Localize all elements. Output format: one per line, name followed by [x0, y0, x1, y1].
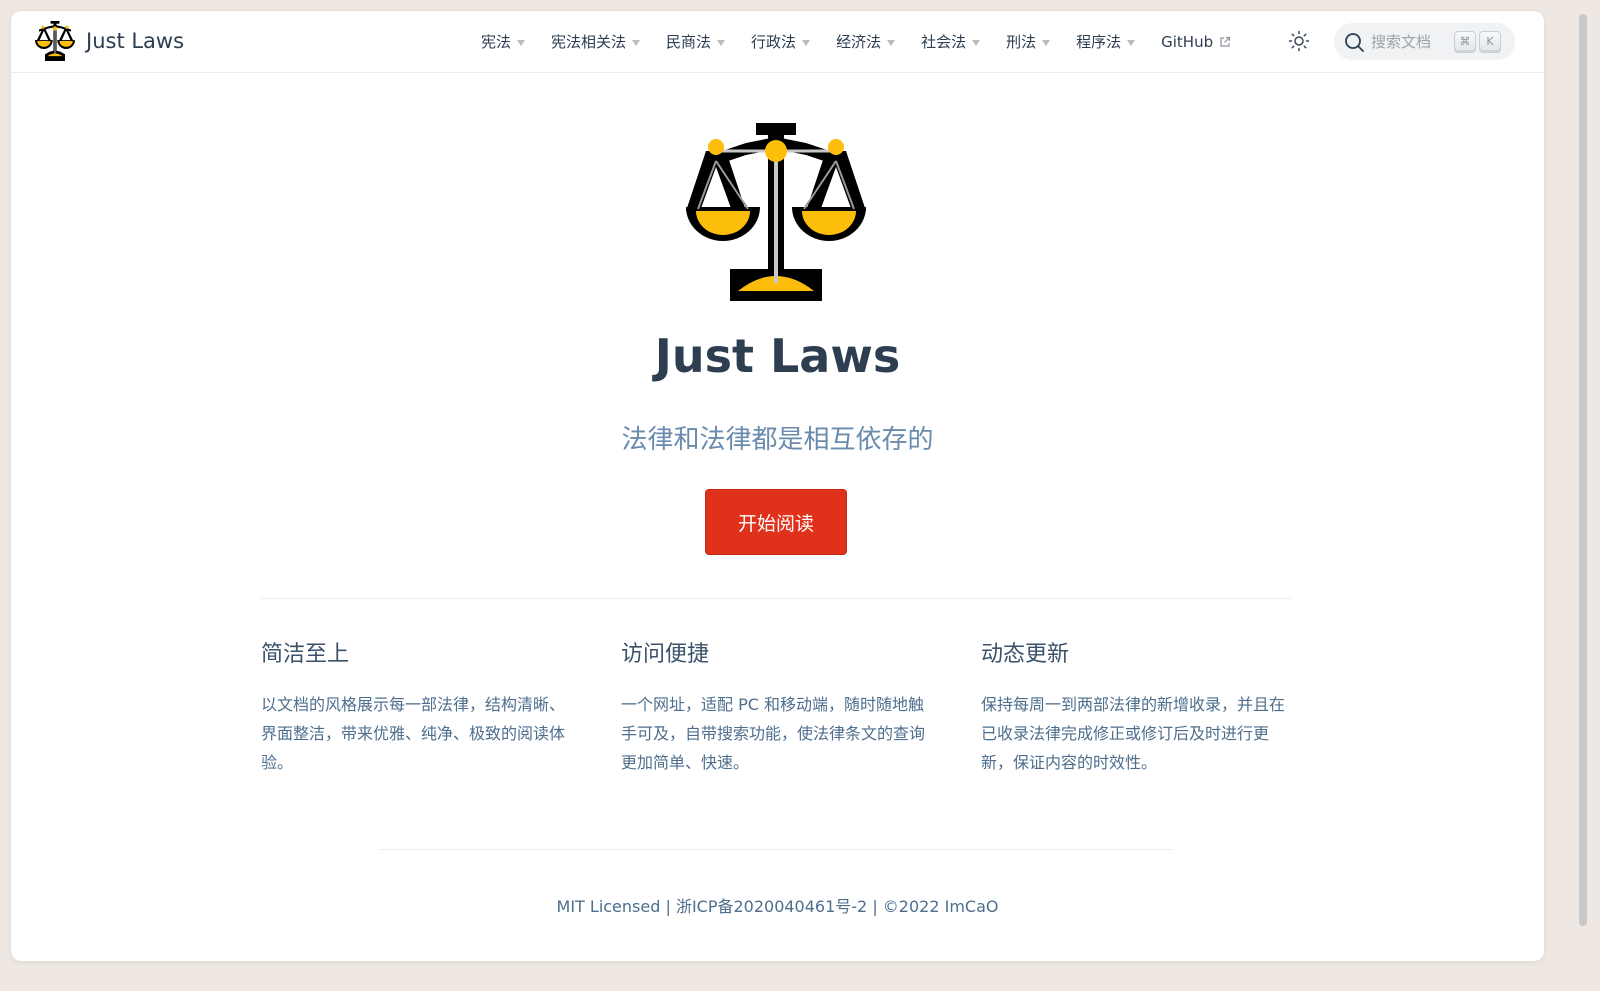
nav-item-criminal[interactable]: 刑法 — [1006, 31, 1051, 52]
feature-title: 简洁至上 — [261, 642, 350, 667]
navbar: Just Laws 宪法 宪法相关法 民商法 行政法 经济法 社会法 刑法 程序… — [11, 11, 1544, 73]
brand-name: Just Laws — [86, 29, 185, 53]
caret-down-icon — [517, 39, 526, 46]
nav-item-label: 宪法相关法 — [551, 33, 627, 51]
nav-item-label: 社会法 — [921, 33, 967, 51]
feature-card: 动态更新 保持每周一到两部法律的新增收录，并且在已收录法律完成修正或修订后及时进… — [981, 636, 1291, 777]
feature-text: 一个网址，适配 PC 和移动端，随时随地触手可及，自带搜索功能，使法律条文的查询… — [621, 695, 926, 772]
caret-down-icon — [972, 39, 981, 46]
feature-card: 简洁至上 以文档的风格展示每一部法律，结构清晰、界面整洁，带来优雅、纯净、极致的… — [261, 636, 571, 777]
brand-link[interactable]: Just Laws — [35, 21, 184, 61]
nav-links: 宪法 宪法相关法 民商法 行政法 经济法 社会法 刑法 程序法 GitHub — [481, 11, 1257, 72]
nav-item-economic[interactable]: 经济法 — [836, 31, 896, 52]
search-box[interactable]: ⌘ K — [1334, 23, 1515, 60]
nav-item-label: 经济法 — [836, 33, 882, 51]
external-link-icon — [1220, 36, 1231, 47]
nav-item-label: 民商法 — [666, 33, 712, 51]
feature-text: 以文档的风格展示每一部法律，结构清晰、界面整洁，带来优雅、纯净、极致的阅读体验。 — [261, 695, 566, 772]
divider — [261, 598, 1291, 599]
nav-item-label: 程序法 — [1076, 33, 1122, 51]
nav-item-constitution-related[interactable]: 宪法相关法 — [551, 31, 641, 52]
hero-tagline: 法律和法律都是相互依存的 — [621, 425, 934, 455]
nav-item-procedural[interactable]: 程序法 — [1076, 31, 1136, 52]
start-reading-button[interactable]: 开始阅读 — [705, 489, 847, 555]
caret-down-icon — [802, 39, 811, 46]
balance-scale-icon — [35, 21, 75, 61]
balance-scale-icon — [686, 123, 866, 301]
nav-item-label: 刑法 — [1006, 33, 1037, 51]
browser-window: Just Laws 宪法 宪法相关法 民商法 行政法 经济法 社会法 刑法 程序… — [11, 11, 1544, 961]
caret-down-icon — [1042, 39, 1051, 46]
scrollbar-thumb[interactable] — [1579, 14, 1587, 926]
footer-divider — [380, 849, 1172, 850]
feature-text: 保持每周一到两部法律的新增收录，并且在已收录法律完成修正或修订后及时进行更新，保… — [981, 695, 1286, 772]
nav-item-constitution[interactable]: 宪法 — [481, 31, 526, 52]
nav-item-label: 宪法 — [481, 33, 512, 51]
search-input[interactable] — [1371, 32, 1451, 51]
hero-title: Just Laws — [654, 329, 901, 383]
search-icon — [1345, 32, 1364, 52]
nav-item-social[interactable]: 社会法 — [921, 31, 981, 52]
caret-down-icon — [1127, 39, 1136, 46]
footer: MIT Licensed | 浙ICP备2020040461号-2 | ©202… — [556, 897, 999, 916]
nav-item-administrative[interactable]: 行政法 — [751, 31, 811, 52]
nav-item-civil-commercial[interactable]: 民商法 — [666, 31, 726, 52]
github-label: GitHub — [1161, 32, 1214, 51]
caret-down-icon — [632, 39, 641, 46]
sun-icon — [1288, 30, 1310, 52]
features: 简洁至上 以文档的风格展示每一部法律，结构清晰、界面整洁，带来优雅、纯净、极致的… — [261, 636, 1291, 777]
nav-item-github[interactable]: GitHub — [1161, 33, 1231, 51]
caret-down-icon — [887, 39, 896, 46]
feature-card: 访问便捷 一个网址，适配 PC 和移动端，随时随地触手可及，自带搜索功能，使法律… — [621, 636, 931, 777]
caret-down-icon — [717, 39, 726, 46]
kbd-command-key: ⌘ — [1454, 30, 1476, 53]
kbd-k-key: K — [1479, 30, 1501, 53]
nav-item-label: 行政法 — [751, 33, 797, 51]
theme-toggle-button[interactable] — [1287, 29, 1311, 53]
feature-title: 访问便捷 — [621, 642, 710, 667]
scrollbar[interactable] — [1579, 0, 1600, 991]
feature-title: 动态更新 — [981, 642, 1070, 667]
